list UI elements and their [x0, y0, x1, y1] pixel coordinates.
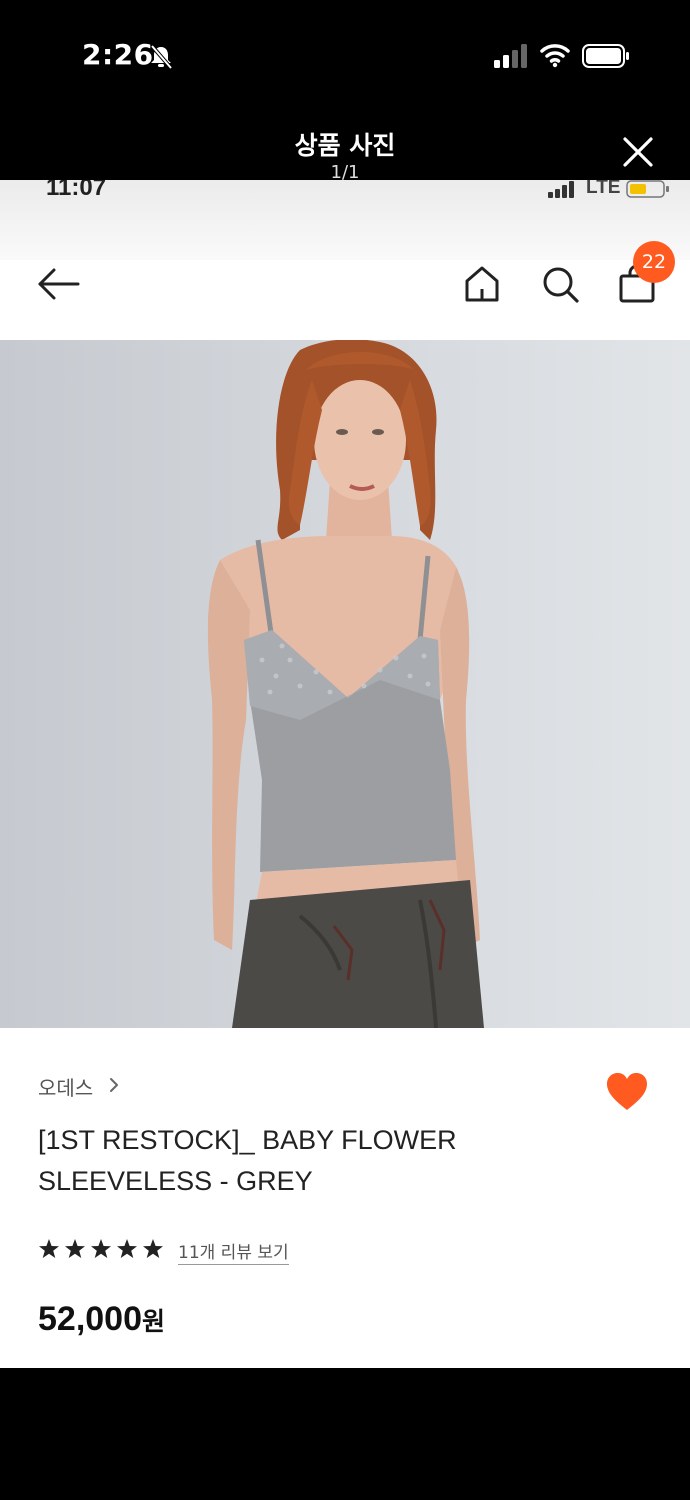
photo-viewer-header: 상품 사진 1/1 [0, 110, 690, 183]
product-title: [1ST RESTOCK]_ BABY FLOWER SLEEVELESS - … [38, 1125, 457, 1196]
os-status-bar: 2:26 [0, 0, 690, 110]
inner-clock: 11:07 [46, 180, 107, 201]
search-icon[interactable] [540, 264, 580, 304]
price-value: 52,000 [38, 1300, 142, 1338]
bell-muted-icon [150, 44, 173, 70]
brand-link[interactable]: 오데스 [38, 1072, 93, 1101]
model-illustration [0, 340, 690, 1028]
reviews-link[interactable]: 11개 리뷰 보기 [178, 1238, 289, 1265]
close-icon[interactable] [620, 134, 656, 170]
inner-status-bar: 11:07 LTE [0, 180, 690, 260]
inner-network-label: LTE [586, 180, 621, 198]
inner-signal-icon [548, 181, 574, 198]
inner-battery-icon [626, 180, 669, 198]
battery-icon [582, 44, 629, 68]
chevron-right-icon[interactable] [108, 1077, 120, 1093]
product-info: 오데스 [1ST RESTOCK]_ BABY FLOWER SLEEVELES… [0, 1028, 690, 1368]
rating-stars-icon [39, 1239, 163, 1258]
viewer-title: 상품 사진 [294, 131, 396, 160]
app-bar [0, 260, 690, 340]
home-icon[interactable] [462, 264, 502, 304]
price-currency: 원 [142, 1307, 166, 1336]
viewer-bottom-area [0, 1368, 690, 1500]
os-clock: 2:26 [82, 38, 154, 71]
price: 52,000원 [38, 1300, 165, 1339]
product-screenshot: 11:07 LTE 22 오데스 [1ST RESTOCK]_ BABY FLO… [0, 180, 690, 1368]
cart-count-badge: 22 [633, 241, 675, 283]
cellular-signal-icon [494, 44, 527, 68]
wishlist-heart-icon[interactable] [605, 1072, 649, 1112]
wifi-icon [540, 44, 570, 68]
back-arrow-icon[interactable] [36, 264, 80, 304]
product-photo[interactable] [0, 340, 690, 1028]
